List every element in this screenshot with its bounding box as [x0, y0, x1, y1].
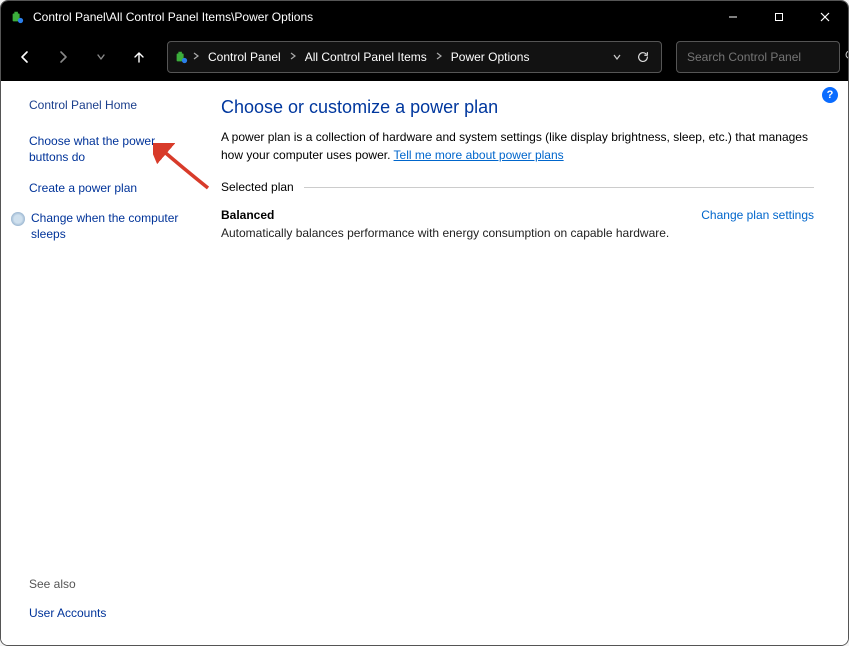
- plan-description: Automatically balances performance with …: [221, 226, 701, 240]
- minimize-button[interactable]: [710, 1, 756, 33]
- refresh-icon[interactable]: [631, 45, 655, 69]
- sidebar: Control Panel Home Choose what the power…: [1, 81, 205, 645]
- search-box[interactable]: [676, 41, 840, 73]
- back-button[interactable]: [9, 41, 41, 73]
- sidebar-home-link[interactable]: Control Panel Home: [29, 97, 193, 113]
- sidebar-link-choose-buttons[interactable]: Choose what the power buttons do: [29, 133, 193, 165]
- maximize-button[interactable]: [756, 1, 802, 33]
- titlebar: Control Panel\All Control Panel Items\Po…: [1, 1, 848, 33]
- page-title: Choose or customize a power plan: [221, 97, 814, 118]
- search-input[interactable]: [685, 49, 844, 65]
- chevron-right-icon[interactable]: [433, 52, 445, 63]
- toolbar: Control Panel All Control Panel Items Po…: [1, 33, 848, 81]
- content-area: ? Control Panel Home Choose what the pow…: [1, 81, 848, 645]
- breadcrumb-middle[interactable]: All Control Panel Items: [301, 48, 431, 66]
- chevron-right-icon[interactable]: [287, 52, 299, 63]
- chevron-down-icon[interactable]: [605, 45, 629, 69]
- globe-icon: [11, 212, 25, 226]
- page-description: A power plan is a collection of hardware…: [221, 128, 814, 164]
- change-plan-settings-link[interactable]: Change plan settings: [701, 208, 814, 222]
- recent-locations-button[interactable]: [85, 41, 117, 73]
- forward-button[interactable]: [47, 41, 79, 73]
- sidebar-link-change-sleep[interactable]: Change when the computer sleeps: [31, 210, 193, 242]
- breadcrumb-root[interactable]: Control Panel: [204, 48, 285, 66]
- tell-me-more-link[interactable]: Tell me more about power plans: [394, 148, 564, 162]
- breadcrumb-leaf[interactable]: Power Options: [447, 48, 534, 66]
- sidebar-link-user-accounts[interactable]: User Accounts: [29, 605, 193, 621]
- search-icon[interactable]: [844, 49, 849, 65]
- see-also-label: See also: [29, 577, 193, 591]
- control-panel-window: Control Panel\All Control Panel Items\Po…: [0, 0, 849, 646]
- window-title: Control Panel\All Control Panel Items\Po…: [33, 10, 710, 24]
- section-label: Selected plan: [221, 180, 294, 194]
- sidebar-link-create-plan[interactable]: Create a power plan: [29, 180, 193, 196]
- plan-name: Balanced: [221, 208, 701, 222]
- address-bar[interactable]: Control Panel All Control Panel Items Po…: [167, 41, 662, 73]
- main-panel: Choose or customize a power plan A power…: [205, 81, 848, 645]
- power-options-icon: [9, 9, 25, 25]
- close-button[interactable]: [802, 1, 848, 33]
- help-icon[interactable]: ?: [822, 87, 838, 103]
- section-header: Selected plan: [221, 180, 814, 194]
- divider: [304, 187, 814, 188]
- chevron-right-icon[interactable]: [190, 52, 202, 63]
- up-button[interactable]: [123, 41, 155, 73]
- power-plan-row: Balanced Automatically balances performa…: [221, 208, 814, 240]
- address-bar-icon: [174, 50, 188, 64]
